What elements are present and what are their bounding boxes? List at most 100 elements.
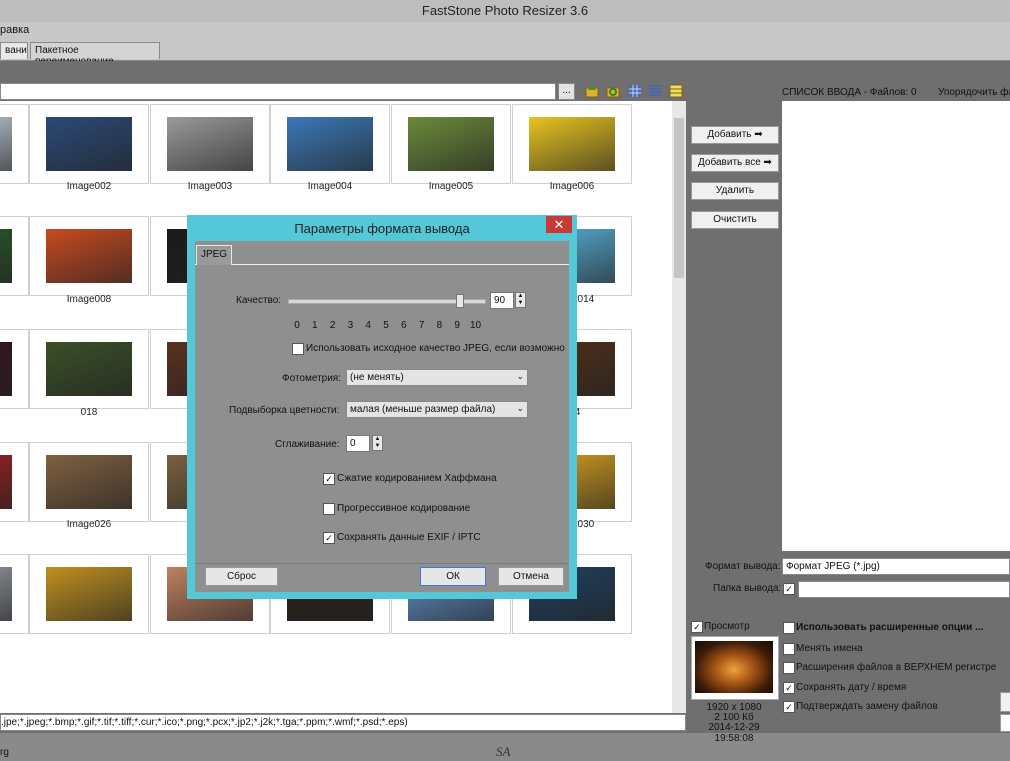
advanced-options-label[interactable]: Использовать расширенные опции ... xyxy=(796,622,983,633)
path-input[interactable] xyxy=(0,83,556,100)
output-format-label: Формат вывода: xyxy=(705,561,781,572)
refresh-folder-icon[interactable] xyxy=(606,84,620,98)
thumbnail-cell[interactable] xyxy=(0,554,29,634)
thumbnail-cell[interactable] xyxy=(29,329,149,409)
add-all-button[interactable]: Добавить все ➡ xyxy=(691,154,779,172)
dialog-close-button[interactable]: ✕ xyxy=(546,216,572,233)
thumbnail-image xyxy=(46,117,132,171)
convert-button-partial[interactable] xyxy=(1000,692,1010,712)
uppercase-ext-checkbox[interactable] xyxy=(783,662,795,674)
thumbnail-caption: Image006 xyxy=(549,181,595,192)
thumbnail-cell[interactable] xyxy=(0,329,29,409)
quality-input[interactable]: 90 xyxy=(490,292,514,309)
tab-jpeg[interactable]: JPEG xyxy=(196,245,232,265)
cancel-button[interactable]: Отмена xyxy=(498,567,564,586)
add-button[interactable]: Добавить ➡ xyxy=(691,126,779,144)
quality-tick-label: 8 xyxy=(436,320,443,331)
menu-item-edit[interactable]: равка xyxy=(0,24,29,36)
small-thumbnails-icon[interactable] xyxy=(648,84,662,98)
browse-button[interactable]: ... xyxy=(558,83,575,100)
tab-strip: вание Пакетное переименование xyxy=(0,40,1010,67)
thumbnail-caption: Image005 xyxy=(428,181,474,192)
tab-batch-rename[interactable]: Пакетное переименование xyxy=(30,42,160,67)
exif-checkbox[interactable]: ✓ xyxy=(323,532,335,544)
output-folder-input[interactable] xyxy=(798,581,1010,598)
thumbnail-cell[interactable] xyxy=(150,104,270,184)
menu-bar: равка xyxy=(0,22,1010,40)
tab-convert[interactable]: вание xyxy=(0,42,28,59)
preview-checkbox[interactable]: ✓ xyxy=(691,621,703,633)
scrollbar-thumb[interactable] xyxy=(674,118,684,278)
huffman-label: Сжатие кодированием Хаффмана xyxy=(337,473,497,484)
preview-label: Просмотр xyxy=(704,621,750,632)
thumbnail-cell[interactable] xyxy=(512,104,632,184)
keep-date-checkbox[interactable]: ✓ xyxy=(783,682,795,694)
advanced-options-checkbox[interactable] xyxy=(783,622,795,634)
quality-tick-label: 0 xyxy=(294,320,300,331)
input-file-list[interactable] xyxy=(782,101,1010,551)
title-bar: FastStone Photo Resizer 3.6 xyxy=(0,0,1010,22)
keep-date-label: Сохранять дату / время xyxy=(796,682,907,693)
confirm-overwrite-label: Подтверждать замену файлов xyxy=(796,701,938,712)
chevron-down-icon: ⌄ xyxy=(516,371,524,381)
output-folder-label: Папка вывода: xyxy=(713,583,782,594)
quality-spin-button[interactable]: ▲ ▼ xyxy=(515,292,526,308)
thumbnail-caption: Image008 xyxy=(66,294,112,305)
folder-up-icon[interactable] xyxy=(585,84,599,98)
input-list-header: СПИСОК ВВОДА - Файлов: 0 Упорядочить фа xyxy=(782,87,1010,98)
smoothing-label: Сглаживание: xyxy=(275,439,340,450)
reset-button[interactable]: Сброс xyxy=(205,567,278,586)
status-bar: rg SA xyxy=(0,733,1010,761)
huffman-checkbox[interactable]: ✓ xyxy=(323,473,335,485)
sort-link[interactable]: Упорядочить фа xyxy=(938,87,1010,98)
thumbnail-image xyxy=(529,117,615,171)
chevron-down-icon: ⌄ xyxy=(516,403,524,413)
rename-checkbox[interactable] xyxy=(783,643,795,655)
rename-label: Менять имена xyxy=(796,643,863,654)
quality-slider-thumb[interactable] xyxy=(456,294,464,308)
thumbnail-cell[interactable] xyxy=(270,104,390,184)
toolbar-band xyxy=(0,61,1010,81)
thumbnail-caption: Image004 xyxy=(307,181,353,192)
thumbnail-caption: Image026 xyxy=(66,519,112,530)
progressive-label: Прогрессивное кодирование xyxy=(337,503,471,514)
input-list-count: СПИСОК ВВОДА - Файлов: 0 xyxy=(782,87,917,98)
quality-tick-label: 5 xyxy=(383,320,389,331)
photometry-select[interactable]: (не менять) ⌄ xyxy=(346,369,528,386)
progressive-checkbox[interactable] xyxy=(323,503,335,515)
quality-tick-label: 4 xyxy=(365,320,371,331)
thumbnail-cell[interactable] xyxy=(29,216,149,296)
quality-label: Качество: xyxy=(236,295,282,306)
ok-button[interactable]: ОК xyxy=(420,567,486,586)
photometry-value: (не менять) xyxy=(350,372,404,383)
quality-tick-label: 9 xyxy=(454,320,460,331)
thumbnail-cell[interactable] xyxy=(0,104,29,184)
smoothing-input[interactable]: 0 xyxy=(346,435,370,452)
thumbnail-cell[interactable] xyxy=(0,216,29,296)
thumbnail-cell[interactable] xyxy=(0,442,29,522)
quality-tick-label: 7 xyxy=(418,320,425,331)
preview-date: 2014-12-29 19:58:08 xyxy=(708,722,760,744)
thumbnail-cell[interactable] xyxy=(391,104,511,184)
details-view-icon[interactable] xyxy=(669,84,683,98)
thumbnail-cell[interactable] xyxy=(29,104,149,184)
large-thumbnails-icon[interactable] xyxy=(628,84,642,98)
clear-button[interactable]: Очистить xyxy=(691,211,779,229)
output-folder-checkbox[interactable]: ✓ xyxy=(783,583,795,595)
confirm-overwrite-checkbox[interactable]: ✓ xyxy=(783,701,795,713)
file-filter-field[interactable]: .jpe;*.jpeg;*.bmp;*.gif;*.tif;*.tiff;*.c… xyxy=(0,714,686,731)
use-source-quality-checkbox[interactable] xyxy=(292,343,304,355)
thumbnail-image xyxy=(287,117,373,171)
remove-button[interactable]: Удалить xyxy=(691,182,779,200)
output-format-select[interactable]: Формат JPEG (*.jpg) xyxy=(782,558,1010,575)
thumbnail-cell[interactable] xyxy=(29,554,149,634)
watermark-logo: SA xyxy=(496,744,511,759)
side-field-partial[interactable] xyxy=(1000,714,1010,732)
thumbnail-image xyxy=(46,342,132,396)
window-title: FastStone Photo Resizer 3.6 xyxy=(421,3,589,18)
thumbnail-caption: Image002 xyxy=(66,181,112,192)
quality-tick-label: 3 xyxy=(347,320,354,331)
smoothing-spin-button[interactable]: ▲ ▼ xyxy=(372,435,383,451)
thumbnail-cell[interactable] xyxy=(29,442,149,522)
subsampling-select[interactable]: малая (меньше размер файла) ⌄ xyxy=(346,401,528,418)
